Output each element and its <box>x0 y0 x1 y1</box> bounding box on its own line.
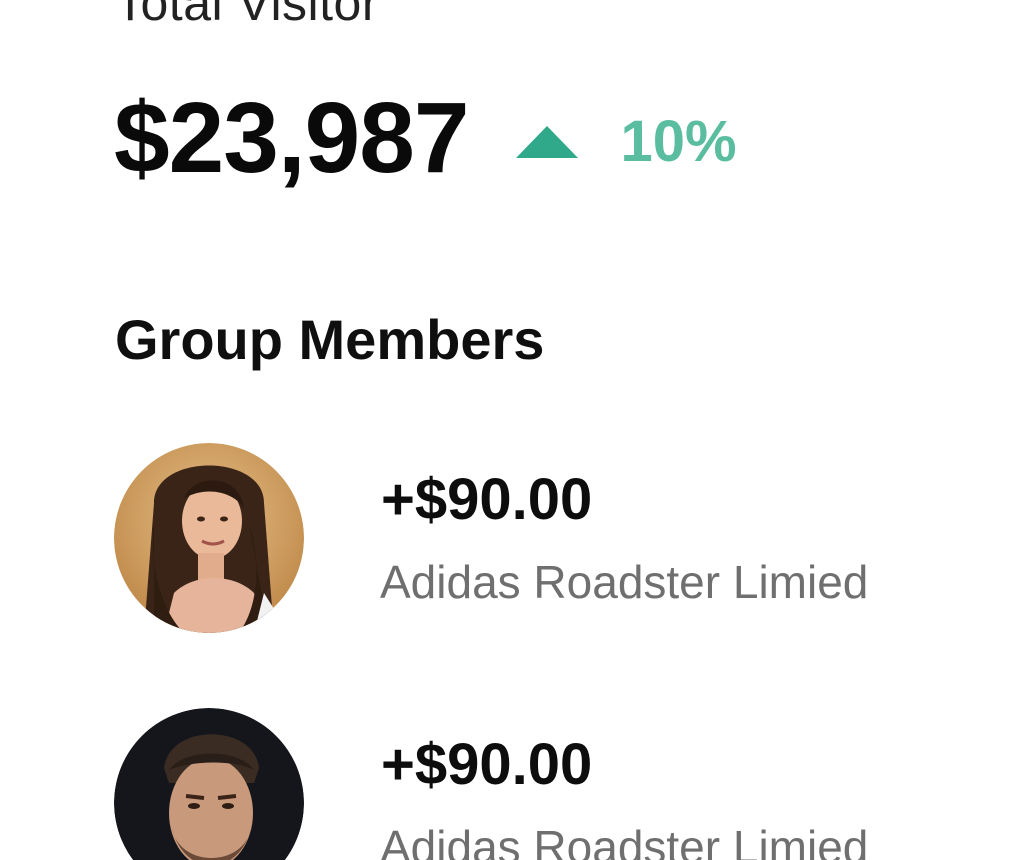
member-amount: +$90.00 <box>381 467 593 532</box>
trend-percent: 10% <box>620 109 737 174</box>
visitor-summary-screen: Total Visitor $23,987 10% Group Members <box>0 0 1025 860</box>
member-name: Adidas Roadster Limied <box>380 821 869 860</box>
member-list-item[interactable]: +$90.00 Adidas Roadster Limied <box>114 708 994 860</box>
member-name: Adidas Roadster Limied <box>380 556 869 608</box>
total-visitor-stat-row: $23,987 10% <box>114 88 737 188</box>
total-visitor-title: Total Visitor <box>115 0 380 31</box>
group-members-heading: Group Members <box>115 308 545 371</box>
total-visitor-value: $23,987 <box>114 82 469 194</box>
member-amount: +$90.00 <box>381 732 593 797</box>
triangle-up-icon <box>516 126 579 158</box>
member-list-item[interactable]: +$90.00 Adidas Roadster Limied <box>114 443 994 633</box>
man-portrait-avatar <box>114 708 304 860</box>
woman-portrait-avatar <box>114 443 304 633</box>
